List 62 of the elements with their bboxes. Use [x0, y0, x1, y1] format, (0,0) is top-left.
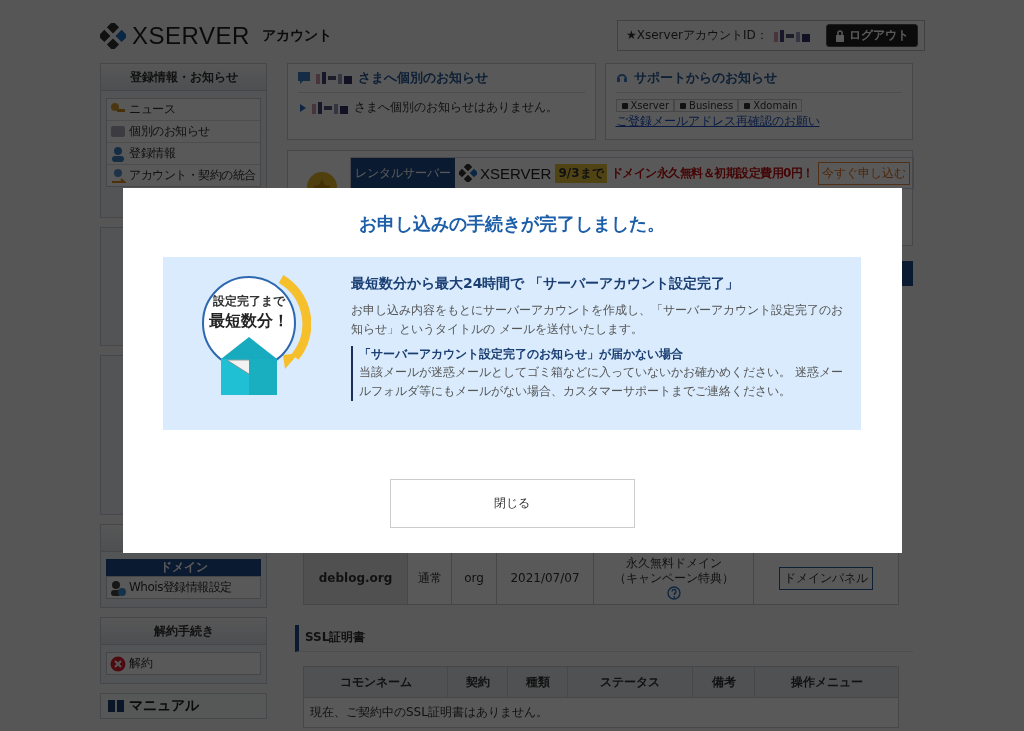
service-tab[interactable]: Business [674, 99, 739, 112]
person-arrow-icon [110, 167, 126, 184]
table-cell: deblog.org [304, 552, 408, 604]
info-heading: 最短数分から最大24時間で 「サーバーアカウント設定完了」 [351, 275, 741, 293]
apply-button[interactable]: 今すぐ申し込む [817, 161, 910, 185]
diamond-logo-icon [459, 164, 477, 182]
badge-caption: 設定完了まで [212, 293, 287, 310]
close-circle-icon [110, 655, 126, 672]
service-mark-icon [679, 101, 687, 110]
logo-text: XSERVER [480, 164, 552, 182]
notice-title: さまへ個別のお知らせ [358, 69, 488, 87]
note-title: 「サーバーアカウント設定完了のお知らせ」が届かない場合 [359, 346, 684, 364]
column-header: 種類 [508, 667, 568, 697]
column-header: 契約 [448, 667, 508, 697]
notice-text: さまへ個別のお知らせはありません。 [354, 99, 558, 116]
person-icon [110, 145, 126, 162]
person-globe-icon [110, 579, 126, 596]
column-header: 操作メニュー [789, 673, 864, 691]
category-header: ドメイン [106, 559, 261, 576]
book-icon [107, 699, 125, 713]
menu-item[interactable]: ニュース [107, 99, 260, 121]
menu-item[interactable]: アカウント・契約の統合 [107, 165, 260, 186]
logout-button[interactable]: ログアウト [826, 24, 918, 47]
service-mark-icon [743, 101, 752, 110]
domain-panel-button[interactable]: ドメインパネル [779, 566, 873, 590]
service-tab[interactable]: Xserver [615, 99, 674, 112]
note-text: 当該メールが迷惑メールとしてゴミ箱などに入っていないかお確かめください。 迷惑メールフォルダ等にもメールがない場合、カスタマーサポートまでご連絡ください。 [359, 364, 844, 400]
section-heading: SSL証明書 [295, 625, 913, 652]
panel-title: 登録情報・お知らせ [101, 64, 266, 91]
help-icon [666, 586, 681, 600]
logo-suffix: アカウント [261, 26, 332, 45]
panel-title: マニュアル [129, 697, 199, 715]
speech-bubble-icon [298, 72, 310, 84]
redacted-name-mosaic [316, 72, 352, 84]
column-header: コモンネーム [304, 667, 448, 697]
menu-item[interactable]: Whois登録情報設定 [107, 577, 260, 598]
lock-icon [835, 29, 845, 42]
service-label: レンタルサーバー [351, 158, 455, 188]
redacted-name-mosaic [773, 29, 810, 42]
redacted-name-mosaic [312, 101, 348, 114]
triangle-bullet-icon [300, 103, 306, 112]
panel-title: 解約手続き [101, 618, 266, 645]
info-text: お申し込み内容をもとにサーバーアカウントを作成し、「サーバーアカウント設定完了のお知らせ」というタイトルの メールを送付いたします。 [351, 302, 844, 339]
service-mark-icon [620, 101, 629, 110]
menu-item[interactable]: 解約 [107, 653, 260, 674]
menu-item[interactable]: 登録情報 [107, 143, 260, 165]
column-header: ステータス [568, 667, 693, 697]
empty-message: 現在、ご契約中のSSL証明書はありません。 [304, 697, 898, 727]
badge-headline: 最短数分！ [208, 311, 290, 332]
deadline-label: 9/3まで [555, 163, 607, 183]
column-header: 備考 [693, 667, 755, 697]
account-id-label: ★XserverアカウントID： [626, 27, 768, 44]
offer-text: ドメイン永久無料＆初期設定費用0円！ [610, 164, 814, 182]
notice-title: サポートからのお知らせ [633, 69, 777, 87]
notice-link[interactable]: ご登録メールアドレス再確認のお願い [615, 113, 902, 130]
menu-item[interactable]: 個別のお知らせ [107, 121, 260, 143]
diamond-logo-icon [100, 22, 126, 49]
dialog-title: お申し込みの手続きが完了しました。 [359, 212, 665, 236]
service-tab[interactable]: Xdomain [738, 99, 803, 112]
close-button[interactable]: 閉じる [389, 479, 635, 528]
logo-text: XSERVER [132, 21, 250, 50]
headset-icon [615, 72, 628, 84]
